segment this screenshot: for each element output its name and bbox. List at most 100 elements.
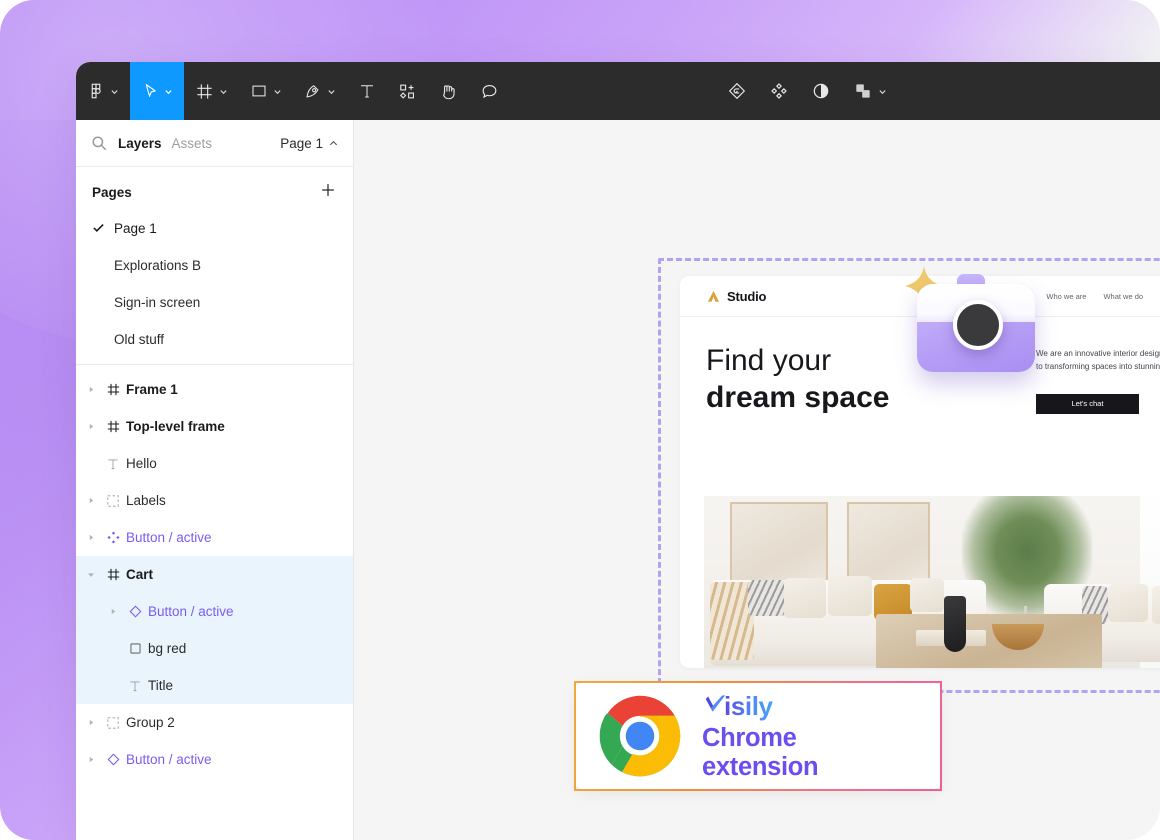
badge-brand-row: isily xyxy=(702,691,918,722)
disclosure-triangle-icon[interactable] xyxy=(82,571,100,579)
disclosure-triangle-icon[interactable] xyxy=(104,608,122,615)
page-item-label: Old stuff xyxy=(114,332,164,347)
chevron-up-icon xyxy=(328,138,339,149)
screenshot-stage: Layers Assets Page 1 Pages xyxy=(0,0,1160,840)
page-item-page-1[interactable]: Page 1 xyxy=(76,210,353,247)
photo-cushion-5 xyxy=(1152,586,1160,624)
hero-paragraph: We are an innovative interior design and… xyxy=(1036,348,1160,374)
instance-icon xyxy=(100,753,126,766)
instance-icon xyxy=(122,605,148,618)
frame-icon xyxy=(100,382,126,397)
disclosure-triangle-icon[interactable] xyxy=(82,497,100,504)
chevron-down-icon xyxy=(327,87,336,96)
text-icon xyxy=(122,679,148,693)
frame-icon xyxy=(100,419,126,434)
plugins-icon[interactable] xyxy=(758,62,800,120)
group-icon xyxy=(100,494,126,508)
photo-striped-cushion xyxy=(748,580,786,616)
check-icon xyxy=(92,221,114,237)
figma-menu-icon[interactable] xyxy=(76,62,130,120)
page-item-old-stuff[interactable]: Old stuff xyxy=(76,321,353,358)
panel-tab-bar: Layers Assets Page 1 xyxy=(76,120,353,167)
chevron-down-icon xyxy=(219,87,228,96)
layer-label: bg red xyxy=(148,641,186,656)
mockup-nav-links: Who we are What we do Projects Contact C… xyxy=(1046,282,1160,311)
rect-icon xyxy=(122,642,148,655)
move-tool-icon[interactable] xyxy=(130,62,184,120)
layer-label: Button / active xyxy=(126,752,212,767)
layer-row-title[interactable]: Title xyxy=(76,667,353,704)
layer-label: Frame 1 xyxy=(126,382,178,397)
hand-tool-icon[interactable] xyxy=(428,62,469,120)
tab-layers[interactable]: Layers xyxy=(118,136,162,151)
photo-cushion-4 xyxy=(1108,584,1148,622)
layer-row-labels[interactable]: Labels xyxy=(76,482,353,519)
layer-label: Title xyxy=(148,678,173,693)
shape-tool-icon[interactable] xyxy=(239,62,293,120)
chrome-logo-icon xyxy=(598,694,682,778)
comment-tool-icon[interactable] xyxy=(469,62,510,120)
toolbar-right-group xyxy=(716,62,898,120)
layer-row-button-active-child[interactable]: Button / active xyxy=(76,593,353,630)
text-icon xyxy=(100,457,126,471)
badge-brand-text: isily xyxy=(724,691,773,722)
mockup-hero-copy: We are an innovative interior design and… xyxy=(1036,343,1160,416)
layer-label: Button / active xyxy=(126,530,212,545)
mockup-logo-text: Studio xyxy=(727,289,766,304)
layer-label: Labels xyxy=(126,493,166,508)
tab-assets[interactable]: Assets xyxy=(172,136,213,151)
page-selector-label: Page 1 xyxy=(280,136,323,151)
pen-tool-icon[interactable] xyxy=(293,62,347,120)
layers-panel: Layers Assets Page 1 Pages xyxy=(76,120,354,840)
contrast-icon[interactable] xyxy=(800,62,842,120)
hero-line-2: dream space xyxy=(706,380,1036,417)
pages-section: Pages Page 1 Explorations B xyxy=(76,167,353,365)
layer-label: Top-level frame xyxy=(126,419,225,434)
disclosure-triangle-icon[interactable] xyxy=(82,756,100,763)
chrome-extension-badge[interactable]: isily Chrome extension xyxy=(574,681,942,791)
layer-row-bg-red[interactable]: bg red xyxy=(76,630,353,667)
component-icon xyxy=(100,531,126,544)
disclosure-triangle-icon[interactable] xyxy=(82,423,100,430)
page-item-sign-in-screen[interactable]: Sign-in screen xyxy=(76,284,353,321)
layer-row-top-level-frame[interactable]: Top-level frame xyxy=(76,408,353,445)
disclosure-triangle-icon[interactable] xyxy=(82,386,100,393)
layer-row-button-active-bottom[interactable]: Button / active xyxy=(76,741,353,778)
layer-row-button-active-top[interactable]: Button / active xyxy=(76,519,353,556)
triangle-logo-icon xyxy=(706,289,721,304)
photo-cushion-3 xyxy=(910,578,944,612)
page-item-explorations-b[interactable]: Explorations B xyxy=(76,247,353,284)
layer-label: Group 2 xyxy=(126,715,175,730)
dev-mode-icon[interactable] xyxy=(716,62,758,120)
layer-row-hello[interactable]: Hello xyxy=(76,445,353,482)
pages-header: Pages xyxy=(76,177,353,210)
layer-label: Cart xyxy=(126,567,153,582)
layer-label: Button / active xyxy=(148,604,234,619)
frame-icon xyxy=(100,567,126,582)
layer-label: Hello xyxy=(126,456,157,471)
components-tool-icon[interactable] xyxy=(387,62,428,120)
nav-link-what-we-do[interactable]: What we do xyxy=(1103,292,1143,301)
layer-row-frame-1[interactable]: Frame 1 xyxy=(76,371,353,408)
disclosure-triangle-icon[interactable] xyxy=(82,534,100,541)
layer-row-group-2[interactable]: Group 2 xyxy=(76,704,353,741)
nav-link-who-we-are[interactable]: Who we are xyxy=(1046,292,1086,301)
frame-tool-icon[interactable] xyxy=(184,62,239,120)
page-selector[interactable]: Page 1 xyxy=(280,136,339,151)
badge-subtitle: Chrome extension xyxy=(702,724,918,782)
photo-cushion-1 xyxy=(784,578,826,618)
group-icon xyxy=(100,716,126,730)
disclosure-triangle-icon[interactable] xyxy=(82,719,100,726)
mockup-logo[interactable]: Studio xyxy=(706,289,766,304)
layer-list: Frame 1 Top-level frame Hello xyxy=(76,365,353,778)
chevron-down-icon xyxy=(164,87,173,96)
chevron-down-icon xyxy=(273,87,282,96)
hero-cta-button[interactable]: Let's chat xyxy=(1036,394,1139,414)
text-tool-icon[interactable] xyxy=(347,62,387,120)
layer-row-cart[interactable]: Cart xyxy=(76,556,353,593)
photo-coffee-table xyxy=(876,614,1102,668)
share-layers-icon[interactable] xyxy=(842,62,898,120)
search-icon[interactable] xyxy=(90,134,108,152)
add-page-button[interactable] xyxy=(319,181,337,204)
camera-3d-icon xyxy=(899,262,1051,382)
